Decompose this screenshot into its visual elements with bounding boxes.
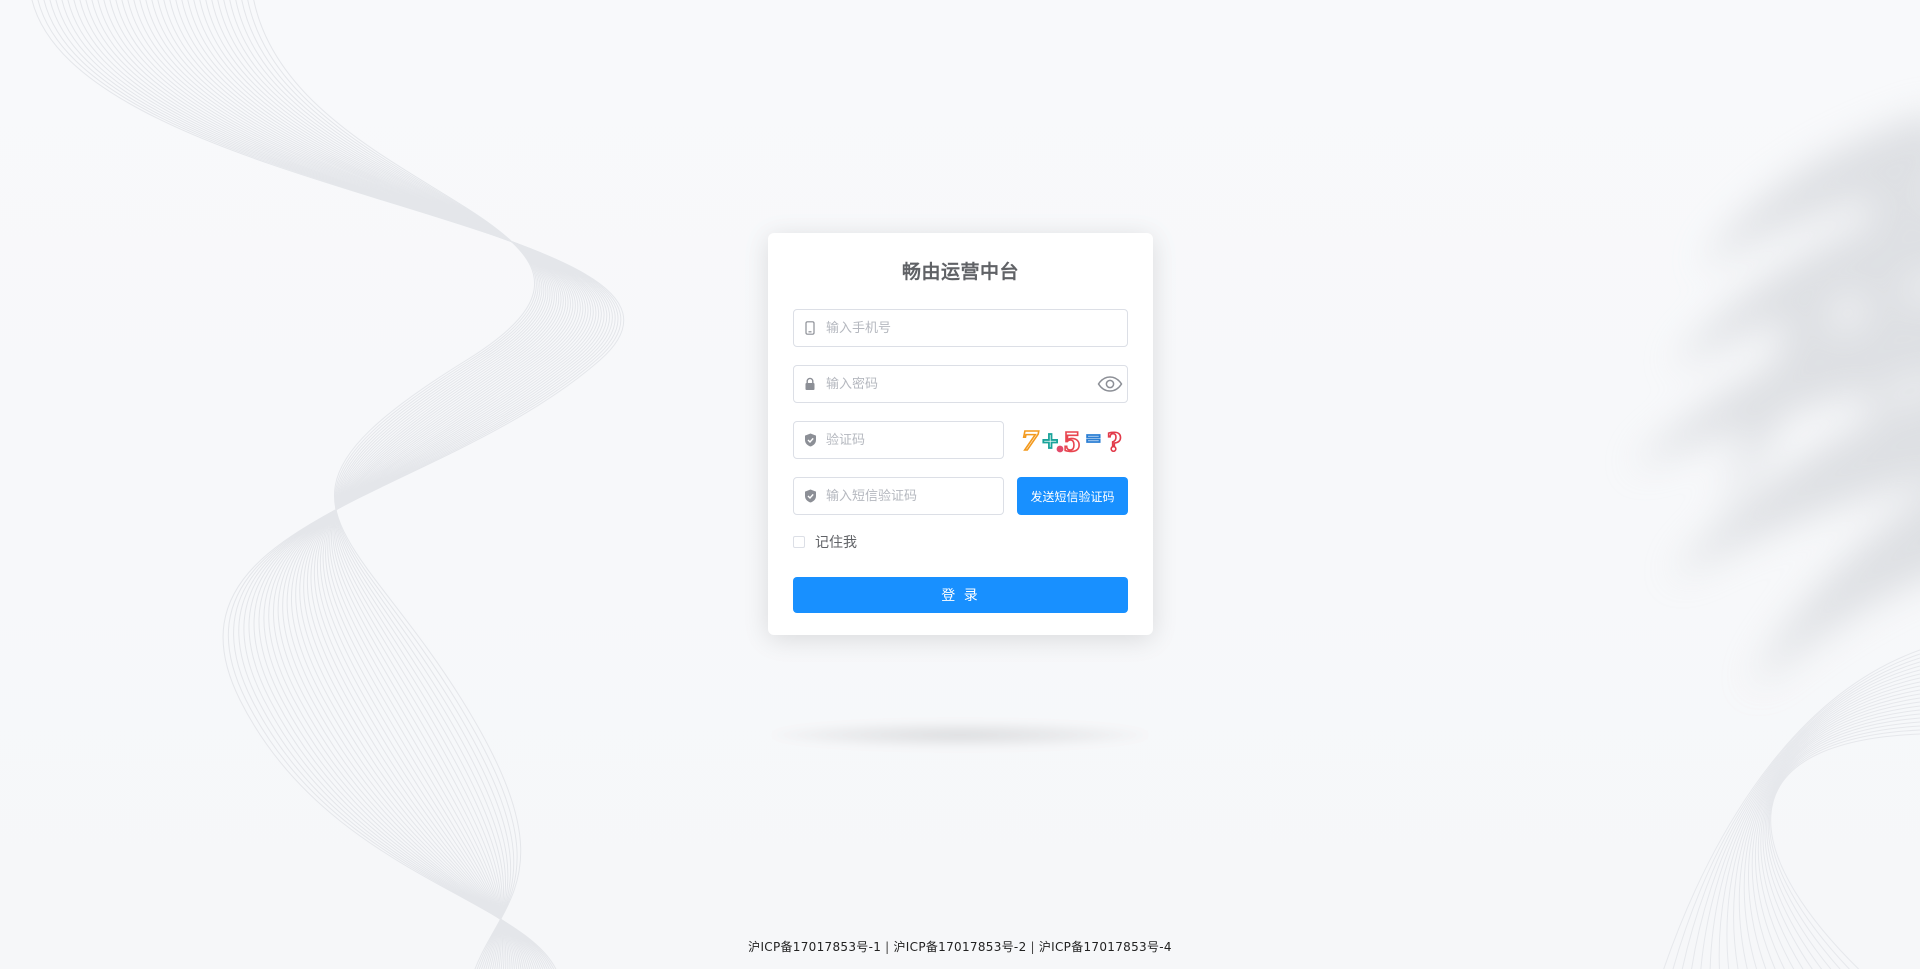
login-button[interactable]: 登 录 [793,577,1128,613]
wave-line [145,0,574,969]
wave-line [1718,673,1920,969]
wave-line [1757,705,1920,969]
wave-line [1770,733,1920,969]
wave-line [151,0,571,969]
wave-line [67,0,608,969]
mobile-phone-icon [796,310,824,346]
wave-line [1663,649,1920,969]
captcha-image[interactable]: 7 + 5 = ? [1017,423,1128,457]
wave-line [31,0,624,969]
wave-line [1748,693,1920,969]
checkbox-box[interactable] [793,536,805,548]
password-input[interactable] [824,367,1093,401]
wave-line [1738,685,1920,969]
wave-line [193,0,555,969]
wave-line [1700,665,1920,969]
wave-line [1691,661,1920,969]
wave-line [235,0,541,969]
wave-line [97,0,594,969]
wave-line [121,0,584,969]
wave-line [1743,689,1920,969]
wave-line [169,0,564,969]
wave-line [1760,709,1920,969]
wave-line [157,0,569,969]
wave-line [103,0,592,969]
wave-line [61,0,611,969]
wave-line [217,0,547,969]
sms-code-input[interactable] [824,479,1003,513]
wave-line [1762,713,1920,969]
card-floor-shadow [770,722,1150,748]
wave-line [37,0,622,969]
wave-line [241,0,539,969]
shield-check-icon [796,422,824,458]
eye-icon[interactable] [1093,366,1127,402]
wave-line [55,0,613,969]
remember-me-checkbox[interactable]: 记住我 [793,532,857,552]
wave-line [91,0,597,969]
wave-line [187,0,557,969]
wave-line [1766,721,1920,969]
wave-line [205,0,551,969]
wave-line [247,0,537,969]
wave-line [109,0,589,969]
svg-text:?: ? [1107,428,1122,457]
svg-text:+: + [1041,429,1059,454]
wave-line [1755,701,1920,969]
icp-link-2[interactable]: 沪ICP备17017853号-2 [894,940,1027,954]
wave-line [1751,697,1920,969]
wave-line [1764,717,1920,969]
wave-line [49,0,616,969]
captcha-input[interactable] [824,423,1003,457]
footer-separator: | [885,940,890,954]
svg-text:=: = [1085,426,1102,450]
lock-icon [796,366,824,402]
wave-line [181,0,560,969]
wave-line [1681,657,1920,969]
wave-line [73,0,605,969]
wave-line [211,0,549,969]
svg-text:7: 7 [1021,427,1039,457]
icp-link-3[interactable]: 沪ICP备17017853号-4 [1039,940,1172,954]
captcha-field [793,421,1004,459]
footer-icp: 沪ICP备17017853号-1 | 沪ICP备17017853号-2 | 沪ICP备1… [0,938,1920,955]
wave-line [1767,725,1920,969]
sms-code-field [793,477,1004,515]
login-page: 畅由运营中台 输入手机号 验证码 7 + 5 = ? 输入短信验证码 发送短信验… [0,0,1920,969]
wave-line [43,0,619,969]
remember-me-label: 记住我 [815,535,857,551]
password-field [793,365,1128,403]
phone-input[interactable] [824,311,1127,345]
wave-line [199,0,553,969]
wave-line [139,0,576,969]
wave-line [1672,653,1920,969]
icp-link-1[interactable]: 沪ICP备17017853号-1 [748,940,881,954]
wave-line [115,0,586,969]
wave-line [1709,669,1920,969]
send-sms-code-button[interactable]: 发送短信验证码 [1017,477,1128,515]
wave-line [79,0,602,969]
wave-line [163,0,567,969]
login-card: 畅由运营中台 输入手机号 验证码 7 + 5 = ? 输入短信验证码 发送短信验… [768,233,1153,635]
wave-line [175,0,562,969]
wave-line [133,0,579,969]
page-title: 畅由运营中台 [901,261,1019,283]
wave-line [127,0,581,969]
footer-separator: | [1030,940,1035,954]
wave-line [229,0,543,969]
wave-line [1733,681,1920,969]
wave-line [1726,677,1920,969]
wave-line [223,0,545,969]
wave-line [1769,729,1920,969]
shield-check-icon [796,478,824,514]
phone-field [793,309,1128,347]
svg-text:5: 5 [1063,428,1081,457]
leaf-shadow-decoration [1630,116,1920,690]
wave-line [85,0,600,969]
wave-line [253,0,535,969]
